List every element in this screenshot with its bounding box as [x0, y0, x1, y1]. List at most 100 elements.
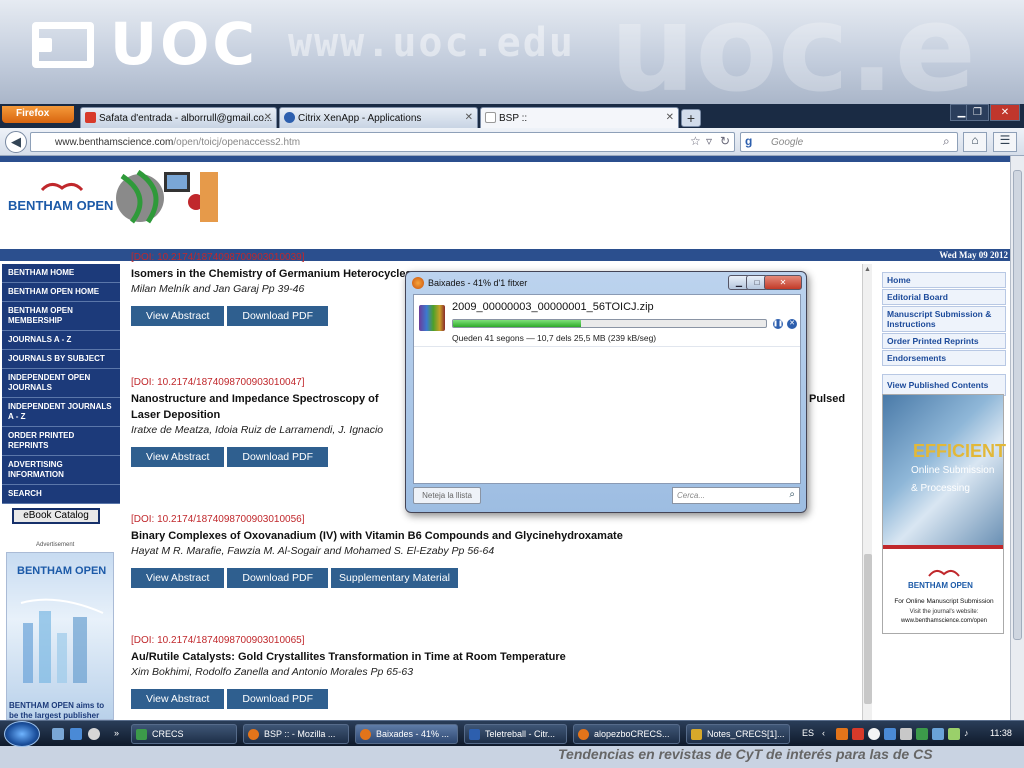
- view-abstract-button[interactable]: View Abstract: [131, 568, 225, 588]
- nav-advertising-information[interactable]: ADVERTISING INFORMATION: [2, 456, 120, 485]
- content-scrollbar[interactable]: ▲: [862, 264, 872, 720]
- back-arrow-icon[interactable]: ◀: [5, 131, 27, 153]
- nav-order-printed-reprints[interactable]: ORDER PRINTED REPRINTS: [2, 427, 120, 456]
- close-icon[interactable]: ✕: [666, 112, 674, 123]
- taskbar-item-label: alopezboCRECS...: [594, 729, 670, 739]
- download-pdf-button[interactable]: Download PDF: [227, 689, 329, 709]
- show-desktop-icon[interactable]: [52, 728, 64, 740]
- window-close-button[interactable]: ✕: [990, 104, 1020, 121]
- close-icon[interactable]: ✕: [465, 112, 473, 123]
- tray-icon[interactable]: [932, 728, 944, 740]
- article-doi[interactable]: [DOI: 10.2174/1874098700903010056]: [131, 514, 851, 528]
- taskbar-item-notes[interactable]: Notes_CRECS[1]...: [686, 724, 790, 744]
- rnav-endorsements[interactable]: Endorsements: [882, 350, 1006, 366]
- dialog-close-button[interactable]: ✕: [764, 275, 802, 290]
- home-icon[interactable]: ⌂: [963, 132, 987, 152]
- browser-tab-bar: Firefox Safata d'entrada - alborrull@gma…: [0, 104, 1024, 128]
- supplementary-material-button[interactable]: Supplementary Material: [331, 568, 458, 588]
- page-scrollbar-thumb[interactable]: [1013, 170, 1022, 640]
- bentham-header-art-icon: [116, 169, 218, 224]
- tray-icon[interactable]: [900, 728, 912, 740]
- url-bar[interactable]: www.benthamscience.com/open/toicj/openac…: [30, 132, 735, 152]
- rnav-manuscript-submission[interactable]: Manuscript Submission & Instructions: [882, 306, 1006, 332]
- view-abstract-button[interactable]: View Abstract: [131, 306, 225, 326]
- article-doi[interactable]: [DOI: 10.2174/1874098700903010039]: [131, 252, 851, 266]
- article-title-tail[interactable]: Pulsed: [809, 393, 845, 405]
- rnav-editorial-board[interactable]: Editorial Board: [882, 289, 1006, 305]
- pause-icon[interactable]: ❚❚: [773, 319, 783, 329]
- start-button[interactable]: [4, 721, 40, 747]
- downloads-search-input[interactable]: Cerca... ⌕: [672, 487, 800, 504]
- nav-journals-a-z[interactable]: JOURNALS A - Z: [2, 331, 120, 350]
- article-authors: Iratxe de Meatza, Idoia Ruiz de Larramen…: [131, 424, 384, 436]
- tab-citrix[interactable]: Citrix XenApp - Applications ✕: [279, 107, 478, 128]
- article-doi[interactable]: [DOI: 10.2174/1874098700903010065]: [131, 635, 851, 649]
- firefox-menu-button[interactable]: Firefox: [2, 106, 74, 123]
- scroll-up-icon[interactable]: ▲: [864, 266, 871, 273]
- quick-launch-icon[interactable]: [70, 728, 82, 740]
- page-scrollbar[interactable]: [1010, 156, 1024, 720]
- taskbar-item-downloads[interactable]: Baixades - 41% ...: [355, 724, 458, 744]
- download-pdf-button[interactable]: Download PDF: [227, 306, 329, 326]
- firefox-icon: [248, 729, 259, 740]
- menu-icon[interactable]: ☰: [993, 132, 1017, 152]
- new-tab-button[interactable]: +: [681, 109, 701, 127]
- article-item: [DOI: 10.2174/1874098700903010065] Au/Ru…: [131, 635, 851, 709]
- close-icon[interactable]: ✕: [264, 112, 272, 123]
- chevron-left-icon[interactable]: ‹: [822, 728, 825, 738]
- view-abstract-button[interactable]: View Abstract: [131, 447, 225, 467]
- right-advertisement[interactable]: EFFICIENT Online Submission & Processing…: [882, 394, 1006, 634]
- cancel-icon[interactable]: ✕: [787, 319, 797, 329]
- firefox-icon: [578, 729, 589, 740]
- scrollbar-thumb[interactable]: [864, 554, 872, 704]
- bookmark-star-icon[interactable]: ☆: [690, 134, 701, 148]
- taskbar-item-crecs[interactable]: CRECS: [131, 724, 237, 744]
- search-magnifier-icon[interactable]: ⌕: [943, 134, 950, 149]
- quick-launch-icon[interactable]: [88, 728, 100, 740]
- restore-button[interactable]: ❐: [966, 104, 989, 121]
- article-title[interactable]: Au/Rutile Catalysts: Gold Crystallites T…: [131, 649, 851, 665]
- url-path: /open/toicj/openaccess2.htm: [173, 137, 301, 148]
- dropdown-icon[interactable]: ▿: [706, 134, 712, 148]
- taskbar-item-teletreball[interactable]: Teletreball - Citr...: [464, 724, 567, 744]
- tray-icon[interactable]: [916, 728, 928, 740]
- gmail-icon: [85, 112, 96, 123]
- nav-bentham-open-home[interactable]: BENTHAM OPEN HOME: [2, 283, 120, 302]
- tray-icon[interactable]: [852, 728, 864, 740]
- download-item[interactable]: 2009_00000003_00000001_56TOICJ.zip ❚❚ ✕ …: [414, 295, 800, 347]
- nav-bentham-open-membership[interactable]: BENTHAM OPEN MEMBERSHIP: [2, 302, 120, 331]
- tray-icon[interactable]: [868, 728, 880, 740]
- view-abstract-button[interactable]: View Abstract: [131, 689, 225, 709]
- taskbar-item-bsp[interactable]: BSP :: - Mozilla ...: [243, 724, 349, 744]
- left-advertisement[interactable]: BENTHAM OPEN BENTHAM OPEN aims to be the…: [6, 552, 114, 720]
- download-pdf-button[interactable]: Download PDF: [227, 447, 329, 467]
- clock[interactable]: 11:38: [990, 728, 1012, 738]
- nav-bentham-home[interactable]: BENTHAM HOME: [2, 264, 120, 283]
- ad-subtitle: For Online Manuscript Submission: [894, 598, 994, 605]
- search-input[interactable]: Google: [740, 132, 958, 152]
- google-icon[interactable]: g: [745, 134, 752, 148]
- tab-gmail[interactable]: Safata d'entrada - alborrull@gmail.co...…: [80, 107, 277, 128]
- view-published-contents-link[interactable]: View Published Contents: [882, 374, 1006, 396]
- tray-icon[interactable]: [836, 728, 848, 740]
- rnav-home[interactable]: Home: [882, 272, 1006, 288]
- nav-journals-by-subject[interactable]: JOURNALS BY SUBJECT: [2, 350, 120, 369]
- taskbar-item-label: CRECS: [152, 729, 184, 739]
- nav-independent-open-journals[interactable]: INDEPENDENT OPEN JOURNALS: [2, 369, 120, 398]
- language-indicator[interactable]: ES: [802, 728, 814, 738]
- network-icon[interactable]: [948, 728, 960, 740]
- clear-list-button[interactable]: Neteja la llista: [413, 487, 481, 504]
- download-pdf-button[interactable]: Download PDF: [227, 568, 329, 588]
- ebook-catalog-button[interactable]: eBook Catalog: [12, 508, 100, 524]
- article-title[interactable]: Binary Complexes of Oxovanadium (IV) wit…: [131, 528, 851, 544]
- reload-icon[interactable]: ↻: [720, 134, 730, 148]
- tray-icon[interactable]: [884, 728, 896, 740]
- volume-icon[interactable]: ♪: [964, 728, 969, 738]
- rnav-order-printed-reprints[interactable]: Order Printed Reprints: [882, 333, 1006, 349]
- chevron-right-icon[interactable]: »: [114, 728, 119, 738]
- nav-search[interactable]: SEARCH: [2, 485, 120, 504]
- taskbar-item-alopezbo[interactable]: alopezboCRECS...: [573, 724, 680, 744]
- tab-bsp[interactable]: BSP :: ✕: [480, 107, 679, 128]
- uoc-banner: uoc.e UOC www.uoc.edu: [0, 0, 1024, 104]
- nav-independent-journals-a-z[interactable]: INDEPENDENT JOURNALS A - Z: [2, 398, 120, 427]
